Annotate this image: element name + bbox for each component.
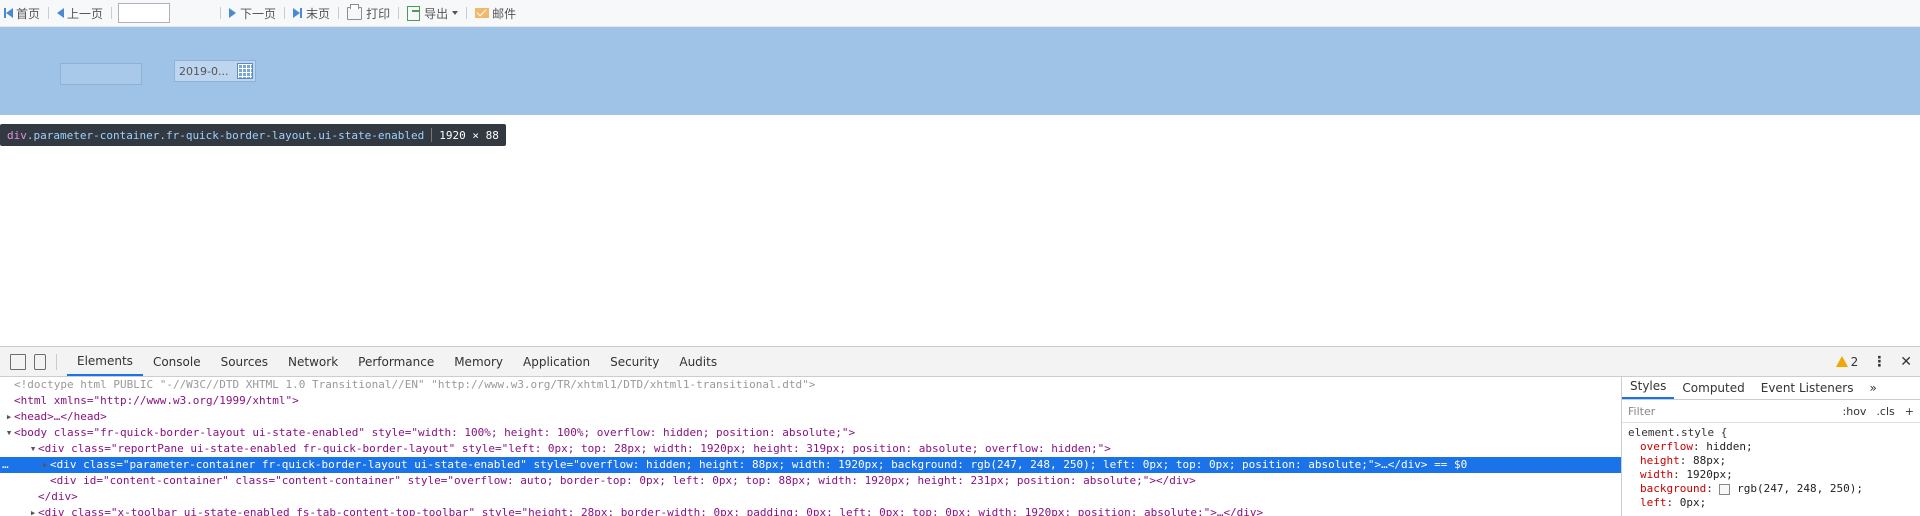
toolbar-divider: [220, 7, 222, 19]
tab-console[interactable]: Console: [143, 347, 211, 376]
mail-label: 邮件: [492, 6, 517, 21]
warnings-count: 2: [1850, 354, 1859, 369]
styles-filter-input[interactable]: Filter: [1628, 405, 1833, 418]
print-button[interactable]: 打印: [343, 3, 394, 23]
parameter-text-input[interactable]: [60, 63, 142, 85]
toolbar-divider: [111, 7, 113, 19]
element-style-rule: element.style { overflow: hidden; height…: [1622, 423, 1920, 512]
toolbar-divider: [338, 7, 340, 19]
devtools-panel: Elements Console Sources Network Perform…: [0, 346, 1920, 516]
toolbar-divider: [466, 7, 468, 19]
add-rule-button[interactable]: +: [1905, 405, 1914, 418]
calendar-icon[interactable]: [237, 63, 253, 79]
style-property[interactable]: overflow: hidden;: [1628, 440, 1914, 454]
elements-tree: <!doctype html PUBLIC "-//W3C//DTD XHTML…: [0, 377, 1622, 516]
tab-sources[interactable]: Sources: [211, 347, 278, 376]
first-page-button[interactable]: 首页: [0, 3, 44, 23]
last-page-icon: [293, 8, 301, 18]
dom-node[interactable]: ▾ <div class="reportPane ui-state-enabled…: [0, 441, 1621, 457]
next-page-label: 下一页: [240, 6, 277, 21]
cls-toggle[interactable]: .cls: [1876, 405, 1894, 418]
tooltip-tag: div: [7, 128, 27, 142]
tab-styles[interactable]: Styles: [1622, 379, 1675, 399]
device-toolbar-icon[interactable]: [34, 353, 46, 370]
close-icon[interactable]: ✕: [1900, 354, 1912, 370]
style-property[interactable]: left: 0px;: [1628, 496, 1914, 510]
inspect-tooltip: div .parameter-container.fr-quick-border-…: [0, 124, 506, 146]
dom-node[interactable]: ▸ <head>…</head>: [0, 409, 1621, 425]
next-page-icon: [229, 8, 237, 18]
prev-page-button[interactable]: 上一页: [53, 3, 107, 23]
prev-page-icon: [57, 8, 65, 18]
more-tabs-icon[interactable]: »: [1861, 381, 1884, 399]
tooltip-classes: .parameter-container.fr-quick-border-lay…: [26, 128, 425, 142]
styles-filter-bar: Filter :hov .cls +: [1622, 400, 1920, 423]
mail-icon: [475, 8, 490, 18]
tab-security[interactable]: Security: [600, 347, 669, 376]
tab-event-listeners[interactable]: Event Listeners: [1753, 381, 1862, 399]
parameter-container: 2019-0...: [0, 27, 1920, 115]
tab-network[interactable]: Network: [278, 347, 348, 376]
collapse-arrow-icon[interactable]: ▾: [28, 441, 38, 457]
tab-audits[interactable]: Audits: [669, 347, 727, 376]
date-value: 2019-0...: [179, 64, 229, 78]
warnings-badge[interactable]: 2: [1835, 354, 1859, 369]
devtools-tabbar: Elements Console Sources Network Perform…: [0, 347, 1920, 377]
dom-node[interactable]: <!doctype html PUBLIC "-//W3C//DTD XHTML…: [0, 377, 1621, 393]
styles-pane: Styles Computed Event Listeners » Filter…: [1622, 377, 1920, 516]
warning-icon: [1835, 356, 1848, 367]
last-page-button[interactable]: 末页: [289, 3, 334, 23]
chevron-down-icon: [452, 11, 459, 15]
prev-page-label: 上一页: [67, 6, 104, 21]
first-page-label: 首页: [16, 6, 41, 21]
last-page-label: 末页: [306, 6, 331, 21]
style-property[interactable]: height: 88px;: [1628, 454, 1914, 468]
page-number-input[interactable]: [118, 3, 171, 23]
more-options-icon[interactable]: ⋮: [1872, 354, 1886, 370]
date-picker[interactable]: 2019-0...: [174, 60, 256, 82]
export-icon: [407, 5, 421, 21]
tab-elements[interactable]: Elements: [67, 347, 143, 376]
expand-arrow-icon[interactable]: ▸: [4, 409, 14, 425]
tooltip-size: 1920 × 88: [439, 128, 499, 142]
toolbar-divider: [284, 7, 286, 19]
style-property[interactable]: background: rgb(247, 248, 250);: [1628, 482, 1914, 496]
next-page-button[interactable]: 下一页: [225, 3, 280, 23]
hov-toggle[interactable]: :hov: [1843, 405, 1867, 418]
style-property[interactable]: width: 1920px;: [1628, 468, 1914, 482]
dom-node[interactable]: ▾ <body class="fr-quick-border-layout ui-…: [0, 425, 1621, 441]
expand-arrow-icon[interactable]: ▸: [28, 505, 38, 516]
dom-node[interactable]: </div>: [0, 489, 1621, 505]
report-toolbar: 首页 上一页 下一页 末页 打印 导出 邮件: [0, 0, 1920, 27]
dom-node[interactable]: <div id="content-container" class="conte…: [0, 473, 1621, 489]
tab-application[interactable]: Application: [513, 347, 600, 376]
inspect-element-icon[interactable]: [10, 353, 26, 370]
export-button[interactable]: 导出: [403, 3, 462, 23]
printer-icon: [347, 3, 363, 20]
mail-button[interactable]: 邮件: [471, 3, 520, 23]
toolbar-divider: [398, 7, 400, 19]
expand-arrow-icon[interactable]: ▸: [40, 457, 50, 473]
dom-node-selected[interactable]: … ▸ <div class="parameter-container fr-qui…: [0, 457, 1621, 473]
styles-tabbar: Styles Computed Event Listeners »: [1622, 377, 1920, 400]
tab-computed[interactable]: Computed: [1674, 381, 1752, 399]
collapse-arrow-icon[interactable]: ▾: [4, 425, 14, 441]
rule-selector: element.style {: [1628, 426, 1728, 439]
export-label: 导出: [424, 6, 449, 21]
tab-memory[interactable]: Memory: [444, 347, 513, 376]
color-swatch-icon[interactable]: [1719, 483, 1731, 495]
dom-node[interactable]: <html xmlns="http://www.w3.org/1999/xhtm…: [0, 393, 1621, 409]
toolbar-divider: [48, 7, 50, 19]
dom-node[interactable]: ▸ <div class="x-toolbar ui-state-enabled …: [0, 505, 1621, 516]
tab-performance[interactable]: Performance: [348, 347, 444, 376]
print-label: 打印: [366, 6, 391, 21]
